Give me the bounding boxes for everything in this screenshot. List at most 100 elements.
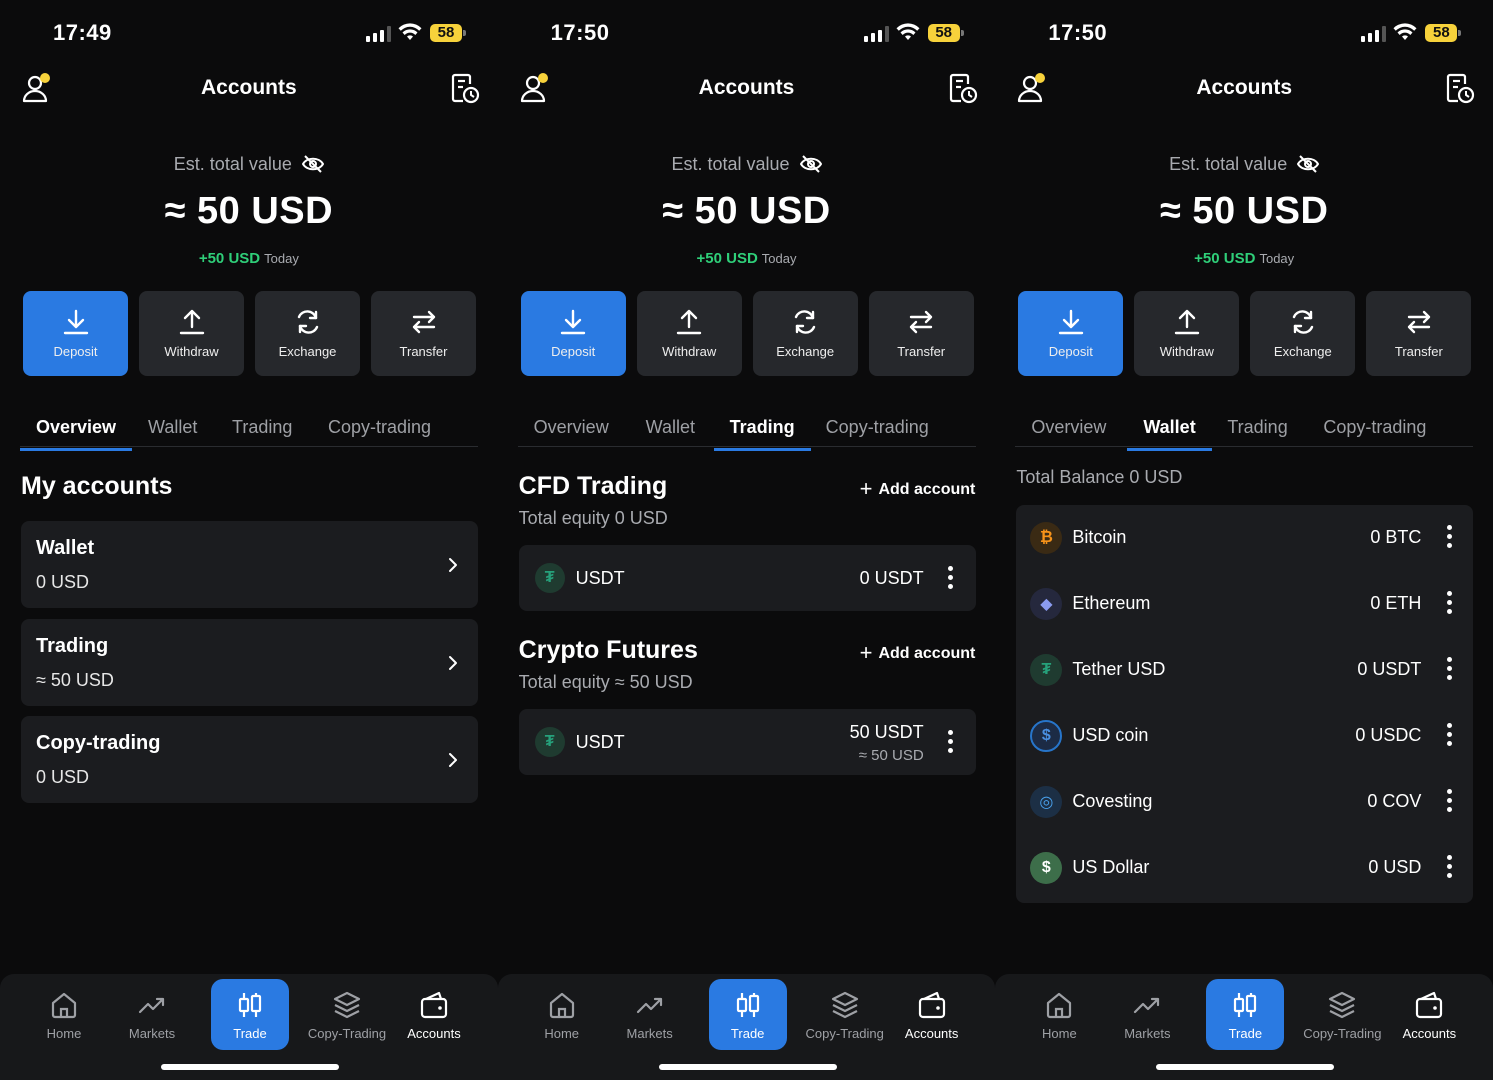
upload-icon: [676, 309, 702, 335]
hide-balance-icon[interactable]: [1297, 155, 1320, 173]
tab-overview[interactable]: Overview: [1031, 417, 1106, 438]
daily-change-period: Today: [1259, 251, 1295, 266]
tab-copy-trading[interactable]: Copy-trading: [1323, 417, 1426, 438]
wifi-icon: [1393, 23, 1417, 40]
layers-icon: [333, 991, 361, 1019]
nav-accounts[interactable]: Accounts: [893, 979, 971, 1050]
transfer-button[interactable]: Transfer: [371, 291, 476, 376]
tab-overview[interactable]: Overview: [534, 417, 609, 438]
withdraw-button[interactable]: Withdraw: [1134, 291, 1240, 376]
daily-change: +50 USD Today: [995, 250, 1493, 268]
nav-home[interactable]: Home: [25, 979, 103, 1050]
withdraw-button[interactable]: Withdraw: [139, 291, 244, 376]
cfd-usdt-account[interactable]: ₮ USDT 0 USDT: [518, 545, 976, 611]
add-account-button[interactable]: + Add account: [860, 640, 976, 666]
signal-icon: [863, 26, 889, 42]
add-account-button[interactable]: + Add account: [860, 476, 976, 502]
asset-row-ethereum[interactable]: ◆ Ethereum 0 ETH: [1016, 571, 1473, 637]
more-options-icon[interactable]: [947, 730, 954, 754]
copy-trading-account-card[interactable]: Copy-trading 0 USD: [21, 716, 478, 803]
statement-history-icon[interactable]: [450, 72, 480, 104]
transfer-button[interactable]: Transfer: [868, 291, 974, 376]
tab-trading[interactable]: Trading: [713, 417, 811, 451]
more-options-icon[interactable]: [1447, 855, 1453, 879]
tab-wallet[interactable]: Wallet: [148, 417, 197, 438]
transfer-icon: [412, 310, 435, 334]
crypto-futures-section: Crypto Futures + Add account Total equity…: [519, 636, 976, 696]
trading-account-card[interactable]: Trading ≈ 50 USD: [21, 619, 478, 706]
profile-icon[interactable]: [22, 72, 52, 104]
statement-history-icon[interactable]: [948, 72, 978, 104]
hide-balance-icon[interactable]: [799, 155, 822, 173]
exchange-button[interactable]: Exchange: [752, 291, 858, 376]
nav-accounts[interactable]: Accounts: [395, 979, 473, 1050]
tab-trading[interactable]: Trading: [232, 417, 292, 438]
deposit-button[interactable]: Deposit: [23, 291, 128, 376]
transfer-button[interactable]: Transfer: [1366, 291, 1472, 376]
more-options-icon[interactable]: [1447, 723, 1453, 747]
candlestick-icon: [238, 993, 262, 1017]
statement-history-icon[interactable]: [1445, 72, 1475, 104]
usdc-icon: $: [1030, 720, 1063, 752]
tab-copy-trading[interactable]: Copy-trading: [328, 417, 431, 438]
trend-up-icon: [138, 997, 165, 1014]
tether-icon: ₮: [1030, 654, 1063, 686]
nav-markets[interactable]: Markets: [611, 979, 689, 1050]
bottom-nav: Home Markets Trade Copy-Trading Accounts: [0, 974, 498, 1080]
total-value: ≈ 50 USD: [662, 190, 831, 232]
more-options-icon[interactable]: [1447, 657, 1453, 681]
tab-copy-trading[interactable]: Copy-trading: [826, 417, 929, 438]
more-options-icon[interactable]: [947, 566, 954, 590]
nav-trade[interactable]: Trade: [708, 979, 787, 1050]
account-value-usd: ≈ 50 USD: [858, 747, 924, 764]
more-options-icon[interactable]: [1447, 789, 1453, 813]
nav-home[interactable]: Home: [523, 979, 601, 1050]
asset-row-covesting[interactable]: ◎ Covesting 0 COV: [1016, 769, 1473, 835]
asset-row-us-dollar[interactable]: $ US Dollar 0 USD: [1016, 835, 1473, 901]
profile-icon[interactable]: [520, 72, 550, 104]
exchange-button[interactable]: Exchange: [1250, 291, 1356, 376]
wallet-account-card[interactable]: Wallet 0 USD: [21, 521, 478, 608]
nav-accounts[interactable]: Accounts: [1390, 979, 1468, 1050]
nav-trade[interactable]: Trade: [1206, 979, 1285, 1050]
asset-row-tether[interactable]: ₮ Tether USD 0 USDT: [1016, 637, 1473, 703]
wallet-icon: [918, 991, 945, 1019]
nav-markets[interactable]: Markets: [1108, 979, 1186, 1050]
account-name: USDT: [575, 568, 625, 588]
asset-row-usd-coin[interactable]: $ USD coin 0 USDC: [1016, 703, 1473, 769]
status-time: 17:50: [1048, 20, 1108, 45]
tab-trading[interactable]: Trading: [1227, 417, 1287, 438]
layers-icon: [831, 991, 858, 1019]
account-tabs: Overview Wallet Trading Copy-trading: [517, 410, 976, 451]
page-title: Accounts: [698, 76, 795, 99]
profile-icon[interactable]: [1017, 72, 1047, 104]
tab-wallet[interactable]: Wallet: [1127, 417, 1212, 451]
trend-up-icon: [1134, 997, 1160, 1014]
nav-markets[interactable]: Markets: [113, 979, 191, 1050]
account-value: 0 USDT: [859, 568, 924, 588]
tab-wallet[interactable]: Wallet: [646, 417, 695, 438]
hide-balance-icon[interactable]: [301, 155, 324, 173]
exchange-button[interactable]: Exchange: [255, 291, 360, 376]
status-bar: 17:49 58: [0, 0, 498, 64]
quick-actions: Deposit Withdraw Exchange Transfer: [23, 291, 476, 376]
tab-overview[interactable]: Overview: [20, 417, 133, 451]
withdraw-button[interactable]: Withdraw: [636, 291, 742, 376]
more-options-icon[interactable]: [1447, 525, 1453, 549]
plus-icon: +: [859, 476, 873, 501]
more-options-icon[interactable]: [1447, 591, 1453, 615]
deposit-button[interactable]: Deposit: [520, 291, 626, 376]
deposit-button[interactable]: Deposit: [1018, 291, 1124, 376]
total-value: ≈ 50 USD: [1159, 190, 1329, 232]
upload-icon: [179, 309, 204, 335]
section-title: CFD Trading: [518, 472, 668, 500]
battery-level: 58: [1425, 24, 1458, 42]
exchange-icon: [794, 310, 816, 334]
nav-home[interactable]: Home: [1020, 979, 1098, 1050]
futures-usdt-account[interactable]: ₮ USDT 50 USDT ≈ 50 USD: [518, 709, 976, 775]
chevron-right-icon: [449, 753, 457, 767]
nav-trade[interactable]: Trade: [211, 979, 289, 1050]
screen-overview: 17:49 58 Accounts Est. total value ≈ 50 …: [0, 0, 498, 1080]
daily-change-amount: +50 USD: [1194, 250, 1256, 267]
asset-row-bitcoin[interactable]: ₿ Bitcoin 0 BTC: [1016, 505, 1473, 571]
